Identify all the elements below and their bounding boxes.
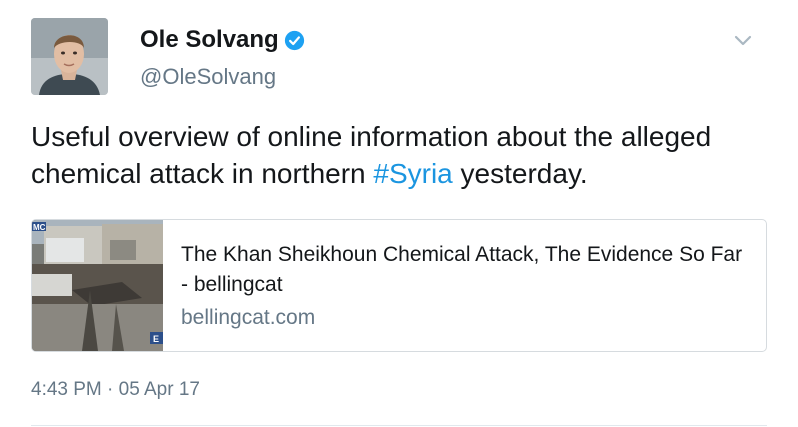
chevron-down-icon[interactable]: [734, 34, 752, 48]
divider: [31, 425, 767, 426]
card-body: The Khan Sheikhoun Chemical Attack, The …: [163, 220, 766, 351]
card-domain: bellingcat.com: [181, 306, 316, 329]
avatar[interactable]: [31, 18, 108, 95]
card-thumbnail: MC E: [32, 220, 163, 351]
tweet-text: Useful overview of online information ab…: [31, 118, 771, 192]
verified-badge-icon: [284, 30, 304, 50]
thumbnail-overlay-br: E: [153, 334, 159, 344]
author-handle[interactable]: @OleSolvang: [140, 64, 276, 90]
card-thumbnail-image: MC E: [32, 220, 163, 351]
author-name[interactable]: Ole Solvang: [140, 26, 279, 54]
tweet-text-after: yesterday.: [452, 158, 588, 189]
avatar-image: [31, 18, 108, 95]
card-title: The Khan Sheikhoun Chemical Attack, The …: [181, 243, 743, 296]
link-card[interactable]: MC E The Khan Sheikhoun Chemical Attack,…: [31, 219, 767, 352]
thumbnail-overlay-tl: MC: [33, 223, 46, 232]
tweet-text-before: Useful overview of online information ab…: [31, 121, 712, 189]
hashtag-link[interactable]: #Syria: [373, 158, 452, 189]
author-name-row[interactable]: Ole Solvang: [140, 26, 305, 54]
tweet-timestamp[interactable]: 4:43 PM · 05 Apr 17: [31, 379, 200, 401]
